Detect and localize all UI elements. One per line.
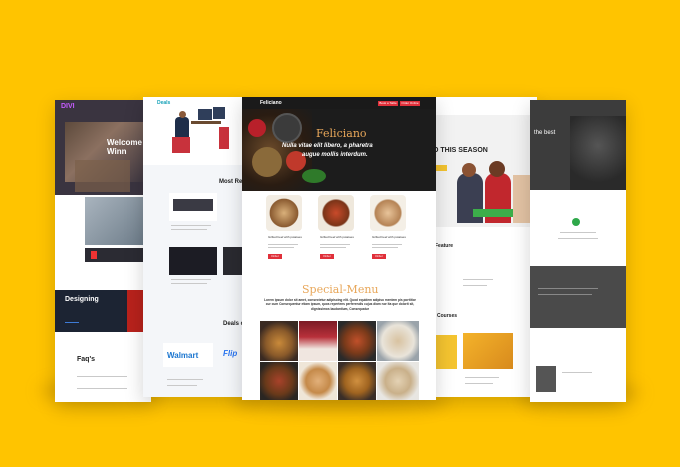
spice-bowl xyxy=(272,113,302,143)
food-tile-desserts xyxy=(299,321,337,361)
faq-heading: Faq's xyxy=(77,356,96,363)
product-card xyxy=(169,247,217,275)
book-table-button[interactable]: Book a Table xyxy=(378,100,398,106)
dark-band xyxy=(530,266,626,328)
dish-photo xyxy=(266,195,302,231)
divi-hero-heading: Welcome Winn xyxy=(107,138,142,156)
most-heading: Most Re xyxy=(219,179,243,185)
divi-logo: DIVI xyxy=(61,103,75,110)
food-tile-bowl xyxy=(338,362,376,400)
divi-template-card: DIVI Welcome Winn Designing Faq's xyxy=(55,100,151,402)
courses-heading: Courses xyxy=(437,313,458,319)
special-menu-title: Special-Menu xyxy=(302,283,379,296)
grain-bowl xyxy=(252,147,282,177)
order-button[interactable]: Order Now xyxy=(268,254,282,263)
deals-template-card: Deals Most Re Deals o Walmart Flip xyxy=(143,97,247,397)
school-hero xyxy=(433,115,537,227)
feliciano-logo: Feliciano xyxy=(260,100,282,106)
order-button[interactable]: Order Now xyxy=(320,254,334,263)
food-tile-soup xyxy=(377,321,419,361)
team-photo xyxy=(85,197,143,245)
special-menu-text: Lorem ipsum dolor sit amet, consectetur … xyxy=(264,298,416,311)
walmart-logo: Walmart xyxy=(167,351,199,360)
dish-name: Grilled beef with potatoes xyxy=(268,235,302,239)
food-tile-pancakes xyxy=(260,321,298,361)
dish-photo xyxy=(318,195,354,231)
school-template-card: O THIS SEASON Feature Courses xyxy=(433,97,537,397)
feature-heading: Feature xyxy=(435,243,454,249)
food-tile-steak xyxy=(260,362,298,400)
food-tile-platter xyxy=(299,362,337,400)
feliciano-hero xyxy=(242,109,436,191)
person-illustration xyxy=(175,117,189,137)
order-button[interactable]: Order Now xyxy=(372,254,386,263)
designing-heading: Designing xyxy=(65,296,99,303)
dish-name: Grilled beef with potatoes xyxy=(372,235,406,239)
food-tile-curry xyxy=(338,321,376,361)
hero-title: Feliciano xyxy=(316,127,367,140)
food-tile-pasta xyxy=(377,362,419,400)
dark-hero xyxy=(530,100,626,190)
feliciano-template-card: Feliciano Book a Table Order Online Feli… xyxy=(242,97,436,400)
chili-bowl xyxy=(248,119,266,137)
feature-icon xyxy=(572,218,580,226)
mockup-scene: DIVI Welcome Winn Designing Faq's Deals … xyxy=(0,0,680,467)
deals-hero xyxy=(143,97,247,165)
dark-template-card: the best xyxy=(530,100,626,402)
hero-subtitle-1: Nulla vitae elit libero, a pharetra xyxy=(282,143,373,149)
order-online-button[interactable]: Order Online xyxy=(400,100,420,106)
dark-heading: the best xyxy=(534,130,556,136)
hero-subtitle-2: augue mollis interdum. xyxy=(302,152,368,158)
dish-photo xyxy=(370,195,406,231)
course-photo xyxy=(463,333,513,369)
dish-name: Grilled beef with potatoes xyxy=(320,235,354,239)
deals-logo: Deals xyxy=(157,100,171,106)
product-card xyxy=(169,193,217,221)
flipkart-logo: Flip xyxy=(223,349,238,358)
school-hero-heading: O THIS SEASON xyxy=(433,147,488,154)
app-banner xyxy=(85,248,143,262)
